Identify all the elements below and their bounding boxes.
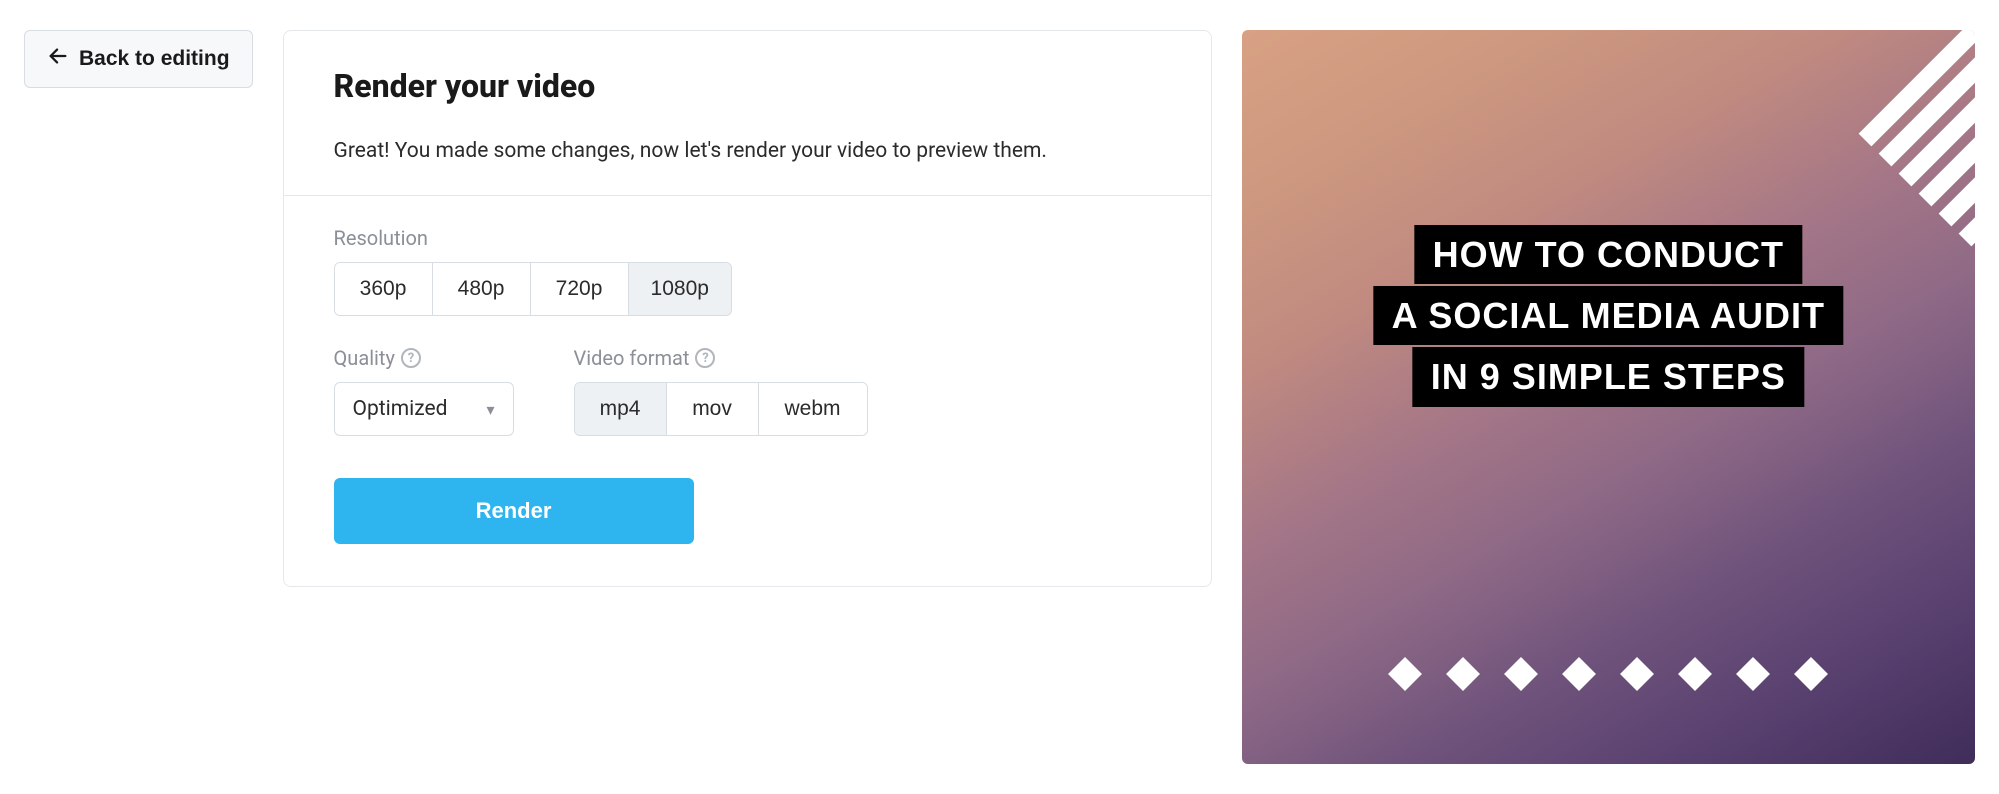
back-label: Back to editing <box>79 47 230 71</box>
preview-title-line: IN 9 SIMPLE STEPS <box>1413 347 1804 406</box>
back-to-editing-button[interactable]: Back to editing <box>24 30 253 88</box>
diamond-icon <box>1446 657 1480 691</box>
help-icon[interactable]: ? <box>401 348 421 368</box>
resolution-label: Resolution <box>334 226 1161 250</box>
resolution-group: 360p 480p 720p 1080p <box>334 262 732 316</box>
quality-label: Quality ? <box>334 346 514 370</box>
chevron-down-icon: ▾ <box>487 400 495 419</box>
resolution-option-480p[interactable]: 480p <box>433 263 531 315</box>
render-button[interactable]: Render <box>334 478 694 544</box>
quality-select[interactable]: Optimized ▾ <box>334 382 514 436</box>
render-panel: Render your video Great! You made some c… <box>283 30 1212 587</box>
diamond-icon <box>1794 657 1828 691</box>
resolution-option-360p[interactable]: 360p <box>335 263 433 315</box>
preview-title-line: HOW TO CONDUCT <box>1415 225 1802 284</box>
format-option-webm[interactable]: webm <box>759 383 867 435</box>
diamond-icon <box>1504 657 1538 691</box>
resolution-option-720p[interactable]: 720p <box>531 263 629 315</box>
diamond-icon <box>1678 657 1712 691</box>
format-label: Video format ? <box>574 346 868 370</box>
resolution-option-1080p[interactable]: 1080p <box>629 263 731 315</box>
panel-title: Render your video <box>334 67 1161 105</box>
format-group: mp4 mov webm <box>574 382 868 436</box>
preview-title-block: HOW TO CONDUCT A SOCIAL MEDIA AUDIT IN 9… <box>1374 225 1843 409</box>
format-option-mp4[interactable]: mp4 <box>575 383 667 435</box>
diamond-icon <box>1620 657 1654 691</box>
video-preview: HOW TO CONDUCT A SOCIAL MEDIA AUDIT IN 9… <box>1242 30 1975 764</box>
quality-value: Optimized <box>353 397 448 421</box>
diamond-icon <box>1736 657 1770 691</box>
panel-subtitle: Great! You made some changes, now let's … <box>334 139 1161 163</box>
progress-diamonds <box>1393 662 1823 686</box>
preview-title-line: A SOCIAL MEDIA AUDIT <box>1374 286 1843 345</box>
diagonal-stripes-decor <box>1755 30 1975 250</box>
arrow-left-icon <box>47 45 69 73</box>
help-icon[interactable]: ? <box>695 348 715 368</box>
diamond-icon <box>1388 657 1422 691</box>
format-option-mov[interactable]: mov <box>667 383 759 435</box>
diamond-icon <box>1562 657 1596 691</box>
